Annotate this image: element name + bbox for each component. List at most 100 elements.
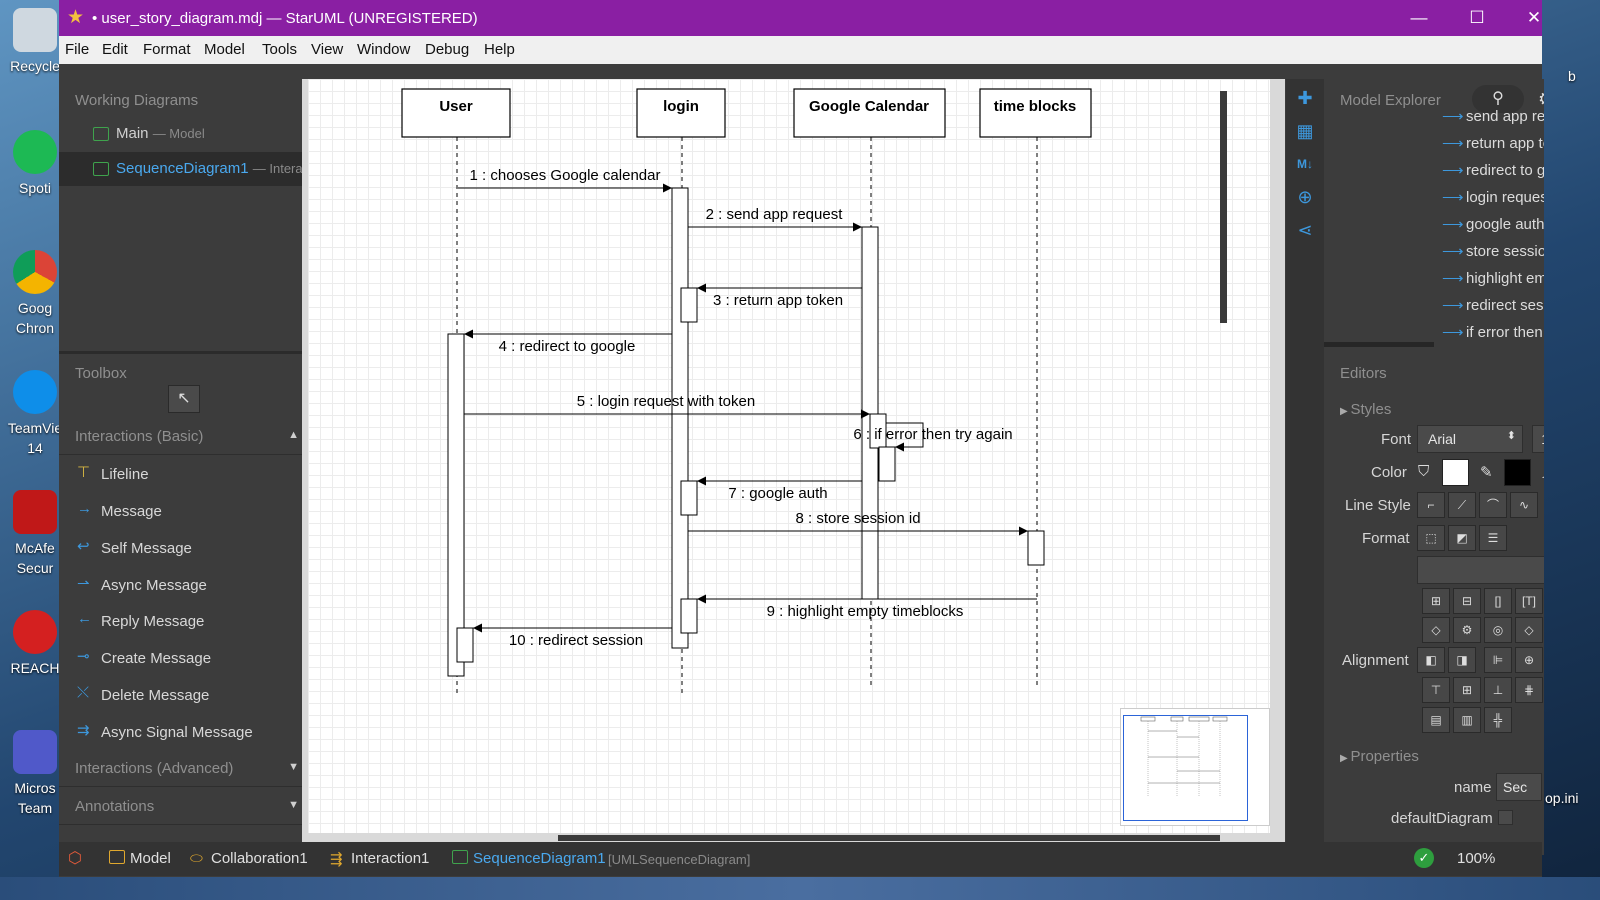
- format-wordwrap-button[interactable]: ☰: [1479, 525, 1507, 551]
- tool-create-message[interactable]: ⊸ Create Message: [59, 641, 309, 677]
- line-style-curve-button[interactable]: ∿: [1510, 492, 1538, 518]
- model-explorer-item[interactable]: ⟶send app requ: [1324, 103, 1544, 130]
- taskbar[interactable]: [0, 877, 1600, 900]
- menu-model[interactable]: Model: [204, 41, 245, 58]
- format-option-button[interactable]: ◎: [1484, 617, 1512, 643]
- fill-color-icon[interactable]: ⛉: [1418, 463, 1429, 480]
- toolbox-group-advanced[interactable]: Interactions (Advanced) ▼: [59, 751, 309, 787]
- model-explorer-item[interactable]: ⟶store session i: [1324, 238, 1544, 265]
- toolbox-group-annotations[interactable]: Annotations ▼: [59, 789, 309, 825]
- format-option-button[interactable]: ⚙: [1453, 617, 1481, 643]
- validation-ok-icon[interactable]: ✓: [1414, 848, 1434, 868]
- message-4[interactable]: 4 : redirect to google: [464, 329, 672, 355]
- close-button[interactable]: ✕: [1512, 4, 1556, 32]
- align-back-button[interactable]: ◨: [1448, 647, 1476, 673]
- menu-window[interactable]: Window: [357, 41, 410, 58]
- format-option-button[interactable]: [T]: [1515, 588, 1543, 614]
- align-center-button[interactable]: ⊕: [1515, 647, 1543, 673]
- format-autoresize-button[interactable]: ⬚: [1417, 525, 1445, 551]
- menu-format[interactable]: Format: [143, 41, 191, 58]
- minimap-viewport[interactable]: [1123, 715, 1248, 821]
- tool-message[interactable]: → Message: [59, 494, 309, 530]
- menu-view[interactable]: View: [311, 41, 343, 58]
- align-width-button[interactable]: ▥: [1453, 707, 1481, 733]
- activation-bar[interactable]: [671, 187, 689, 649]
- activation-bar[interactable]: [456, 627, 474, 663]
- menu-debug[interactable]: Debug: [425, 41, 469, 58]
- tool-reply-message[interactable]: ← Reply Message: [59, 604, 309, 640]
- model-explorer-item[interactable]: ⟶highlight empt: [1324, 265, 1544, 292]
- styles-section[interactable]: ▶ Styles: [1340, 401, 1391, 418]
- title-bar[interactable]: ★ • user_story_diagram.mdj — StarUML (UN…: [59, 0, 1542, 36]
- toolbox-group-basic[interactable]: Interactions (Basic) ▲: [59, 419, 309, 455]
- message-2[interactable]: 2 : send app request: [688, 206, 862, 232]
- name-field[interactable]: Sec: [1496, 773, 1542, 801]
- format-option-button[interactable]: ◇: [1515, 617, 1543, 643]
- diagram-minimap[interactable]: [1120, 708, 1270, 826]
- activation-bar[interactable]: [1027, 530, 1045, 566]
- line-style-rounded-button[interactable]: ⌒: [1479, 492, 1507, 518]
- menu-tools[interactable]: Tools: [262, 41, 297, 58]
- vertical-scrollbar[interactable]: [1220, 91, 1227, 323]
- tool-async-signal-message[interactable]: ⇉ Async Signal Message: [59, 715, 309, 751]
- working-diagram-main[interactable]: Main — Model: [59, 117, 309, 151]
- format-shadow-button[interactable]: ◩: [1448, 525, 1476, 551]
- activation-bar[interactable]: [680, 287, 698, 323]
- extensions-icon[interactable]: ✚: [1294, 87, 1316, 109]
- model-explorer-scrollbar[interactable]: [1324, 342, 1434, 347]
- line-color-swatch[interactable]: [1504, 459, 1531, 486]
- activation-bar[interactable]: [878, 446, 896, 482]
- breadcrumb-interaction[interactable]: Interaction1: [351, 850, 429, 867]
- desktop-icon-teams[interactable]: Micros Team: [4, 730, 66, 818]
- tool-async-message[interactable]: ⇀ Async Message: [59, 568, 309, 604]
- align-left-button[interactable]: ⊫: [1484, 647, 1512, 673]
- activation-bar[interactable]: [447, 333, 465, 677]
- font-select[interactable]: Arial ⬍: [1417, 425, 1523, 453]
- align-space-button[interactable]: ⋕: [1515, 677, 1543, 703]
- line-style-rectilinear-button[interactable]: ⌐: [1417, 492, 1445, 518]
- line-color-icon[interactable]: ✎: [1480, 463, 1493, 481]
- breadcrumb-model[interactable]: Model: [130, 850, 171, 867]
- message-8[interactable]: 8 : store session id: [688, 510, 1028, 536]
- desktop-icon-chrome[interactable]: Goog Chron: [4, 250, 66, 338]
- minimize-button[interactable]: —: [1397, 4, 1441, 32]
- model-explorer-item[interactable]: ⟶google auth (G: [1324, 211, 1544, 238]
- lifeline-time-blocks[interactable]: time blocks: [979, 88, 1092, 687]
- desktop-label-right[interactable]: op.ini: [1545, 790, 1578, 806]
- tool-lifeline[interactable]: ⊤ Lifeline: [59, 457, 309, 493]
- menu-file[interactable]: File: [65, 41, 89, 58]
- fill-color-swatch[interactable]: [1442, 459, 1469, 486]
- navigator-icon[interactable]: ⊕: [1294, 186, 1316, 208]
- align-middle-button[interactable]: ⊞: [1453, 677, 1481, 703]
- model-explorer-item[interactable]: ⟶redirect to goo: [1324, 157, 1544, 184]
- line-style-oblique-button[interactable]: ⟋: [1448, 492, 1476, 518]
- align-bottom-button[interactable]: ⊥: [1484, 677, 1512, 703]
- message-9[interactable]: 9 : highlight empty timeblocks: [697, 594, 1037, 620]
- breadcrumb-collaboration[interactable]: Collaboration1: [211, 850, 308, 867]
- activation-bar[interactable]: [861, 226, 879, 600]
- desktop-icon-reach[interactable]: REACH: [4, 610, 66, 678]
- align-top-button[interactable]: ⊤: [1422, 677, 1450, 703]
- format-option-button[interactable]: ⊞: [1422, 588, 1450, 614]
- desktop-label-right[interactable]: b: [1568, 68, 1576, 84]
- align-size-button[interactable]: ▤: [1422, 707, 1450, 733]
- message-1[interactable]: 1 : chooses Google calendar: [458, 167, 672, 193]
- working-diagram-sequence[interactable]: SequenceDiagram1 — Interact: [59, 152, 309, 186]
- model-explorer-item[interactable]: ⟶login request v: [1324, 184, 1544, 211]
- menu-help[interactable]: Help: [484, 41, 515, 58]
- model-explorer-item[interactable]: ⟶return app tok: [1324, 130, 1544, 157]
- desktop-icon-teamviewer[interactable]: TeamVie 14: [4, 370, 66, 458]
- activation-bar[interactable]: [680, 480, 698, 516]
- menu-edit[interactable]: Edit: [102, 41, 128, 58]
- font-size-field[interactable]: 13: [1532, 425, 1544, 453]
- share-icon[interactable]: ⋖: [1294, 219, 1316, 241]
- format-option-button[interactable]: ⊟: [1453, 588, 1481, 614]
- desktop-icon-spotify[interactable]: Spoti: [4, 130, 66, 198]
- tool-delete-message[interactable]: ⤬ Delete Message: [59, 678, 309, 714]
- cube-icon[interactable]: ⬡: [68, 848, 82, 868]
- pointer-tool-button[interactable]: ↖: [168, 385, 200, 413]
- zoom-level[interactable]: 100%: [1457, 850, 1495, 867]
- align-front-button[interactable]: ◧: [1417, 647, 1445, 673]
- model-explorer-item[interactable]: ⟶redirect sessio: [1324, 292, 1544, 319]
- breadcrumb-sequence-diagram[interactable]: SequenceDiagram1: [473, 850, 606, 867]
